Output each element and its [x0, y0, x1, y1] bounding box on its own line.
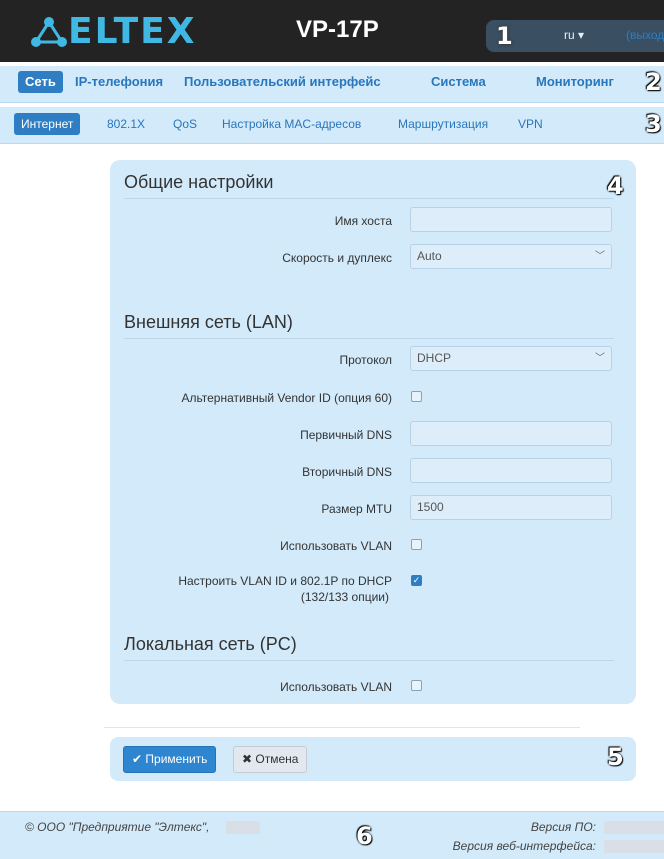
protocol-label: Протокол	[339, 353, 392, 367]
callout-badge-1: 1	[496, 22, 513, 50]
sub-nav: Интернет 802.1X QoS Настройка MAC-адресо…	[0, 107, 664, 144]
speed-duplex-select[interactable]: Auto ﹀	[410, 244, 612, 269]
action-bar: ✔ Применить ✖ Отмена 5	[110, 737, 636, 781]
section-divider	[124, 660, 614, 661]
redacted-year	[226, 821, 260, 834]
language-selector[interactable]: ru ▾	[564, 28, 584, 42]
device-model-title: VP-17P	[296, 16, 379, 43]
speed-duplex-label: Скорость и дуплекс	[282, 251, 392, 265]
logo-text: ELTEX	[68, 11, 197, 52]
pc-vlan-checkbox[interactable]	[411, 680, 422, 691]
callout-badge-2: 2	[645, 68, 662, 96]
callout-badge-3: 3	[645, 110, 662, 138]
redacted-fw-version	[604, 821, 664, 834]
main-nav: Сеть IP-телефония Пользовательский интер…	[0, 66, 664, 103]
hostname-label: Имя хоста	[334, 214, 392, 228]
callout-badge-4: 4	[607, 172, 624, 200]
tab-user-interface[interactable]: Пользовательский интерфейс	[184, 74, 381, 89]
mtu-input[interactable]: 1500	[410, 495, 612, 520]
subtab-qos[interactable]: QoS	[173, 117, 197, 131]
vlan-dhcp-label-sub: (132/133 опции)	[300, 590, 389, 604]
callout-badge-6: 6	[356, 822, 373, 850]
copyright-text: © ООО "Предприятие "Элтекс",	[25, 820, 210, 834]
section-divider	[124, 198, 614, 199]
primary-dns-label: Первичный DNS	[300, 428, 392, 442]
firmware-version-label: Версия ПО:	[530, 820, 596, 834]
speed-duplex-value: Auto	[417, 249, 442, 263]
vendor-id-label: Альтернативный Vendor ID (опция 60)	[181, 391, 392, 405]
app-header: ELTEX VP-17P ru ▾ (выход) 1	[0, 0, 664, 62]
chevron-down-icon: ﹀	[595, 353, 605, 364]
tab-monitoring[interactable]: Мониторинг	[536, 74, 614, 89]
section-title-lan: Внешняя сеть (LAN)	[124, 312, 293, 332]
hostname-input[interactable]	[410, 207, 612, 232]
section-title-general: Общие настройки	[124, 172, 274, 192]
callout-badge-5: 5	[607, 743, 624, 771]
logout-link[interactable]: (выход)	[626, 28, 664, 42]
subtab-mac-settings[interactable]: Настройка MAC-адресов	[222, 117, 361, 131]
page-footer: © ООО "Предприятие "Элтекс", 6 Версия ПО…	[0, 811, 664, 859]
subtab-8021x[interactable]: 802.1X	[107, 117, 145, 131]
protocol-value: DHCP	[417, 351, 452, 365]
pc-vlan-label: Использовать VLAN	[280, 680, 392, 694]
section-divider	[124, 338, 614, 339]
lan-vlan-checkbox[interactable]	[411, 539, 422, 550]
lan-vlan-label: Использовать VLAN	[280, 539, 392, 553]
logo-mark-icon	[31, 17, 67, 47]
section-title-pc: Локальная сеть (PC)	[124, 634, 297, 654]
web-version-label: Версия веб-интерфейса:	[452, 839, 596, 853]
redacted-web-version	[604, 840, 664, 853]
subtab-vpn[interactable]: VPN	[518, 117, 543, 131]
divider	[104, 727, 580, 728]
protocol-select[interactable]: DHCP ﹀	[410, 346, 612, 371]
settings-panel: 4 Общие настройки Имя хоста Скорость и д…	[110, 160, 636, 704]
subtab-internet[interactable]: Интернет	[14, 113, 81, 135]
vlan-dhcp-checkbox[interactable]: ✓	[411, 575, 422, 586]
eltex-logo[interactable]: ELTEX	[30, 14, 196, 50]
subtab-routing[interactable]: Маршрутизация	[398, 117, 488, 131]
tab-system[interactable]: Система	[431, 74, 486, 89]
vendor-id-checkbox[interactable]	[411, 391, 422, 402]
chevron-down-icon: ﹀	[595, 251, 605, 262]
cancel-button[interactable]: ✖ Отмена	[233, 746, 308, 773]
tab-network[interactable]: Сеть	[18, 71, 63, 93]
tab-ip-telephony[interactable]: IP-телефония	[75, 74, 163, 89]
vlan-dhcp-label: Настроить VLAN ID и 802.1P по DHCP	[178, 574, 392, 588]
apply-button[interactable]: ✔ Применить	[123, 746, 217, 773]
secondary-dns-label: Вторичный DNS	[302, 465, 392, 479]
secondary-dns-input[interactable]	[410, 458, 612, 483]
mtu-label: Размер MTU	[321, 502, 392, 516]
primary-dns-input[interactable]	[410, 421, 612, 446]
